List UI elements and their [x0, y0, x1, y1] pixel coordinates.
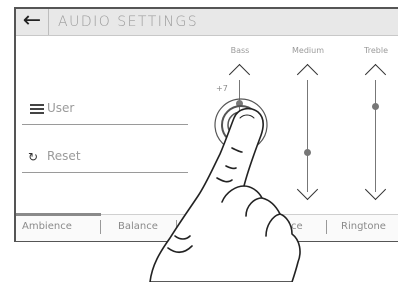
menu-item-label: User	[47, 101, 75, 115]
medium-slider-knob[interactable]	[304, 149, 311, 156]
bass-decrease-button[interactable]	[228, 178, 251, 204]
title-divider	[48, 9, 49, 35]
medium-decrease-button[interactable]	[296, 178, 319, 204]
treble-increase-button[interactable]	[364, 60, 387, 86]
audio-settings-screen: ← AUDIO SETTINGS User ↻ Reset Bass +7 Me…	[14, 7, 398, 242]
treble-decrease-button[interactable]	[364, 178, 387, 204]
treble-slider-track[interactable]	[375, 80, 376, 192]
menu-item-user[interactable]: User	[22, 93, 188, 125]
tab-divider	[259, 220, 260, 234]
bass-increase-button[interactable]	[228, 60, 251, 86]
band-label: Medium	[292, 46, 324, 55]
preset-panel: User ↻ Reset	[16, 36, 190, 214]
band-label: Treble	[364, 46, 388, 55]
medium-slider-track[interactable]	[307, 80, 308, 192]
eq-band-medium: Medium	[278, 36, 338, 216]
list-icon	[30, 104, 44, 114]
chevron-down-icon	[296, 178, 319, 201]
bass-slider-track[interactable]	[239, 80, 240, 192]
back-arrow-icon: ←	[22, 8, 42, 33]
back-button[interactable]: ←	[16, 9, 48, 35]
bass-slider-knob[interactable]	[236, 100, 243, 107]
chevron-down-icon	[364, 178, 387, 201]
tab-divider	[176, 220, 177, 234]
equalizer: Bass +7 Medium Treble	[186, 36, 398, 216]
tab-divider	[326, 220, 327, 234]
tab-ambience[interactable]: Ambience	[22, 221, 72, 232]
treble-slider-knob[interactable]	[372, 103, 379, 110]
chevron-down-icon	[228, 178, 251, 201]
page-title: AUDIO SETTINGS	[58, 14, 199, 30]
tab-voice[interactable]: Voice	[276, 221, 303, 232]
band-value: +7	[216, 84, 228, 93]
eq-band-bass: Bass +7	[210, 36, 270, 216]
eq-band-treble: Treble	[346, 36, 398, 216]
tab-balance[interactable]: Balance	[118, 221, 158, 232]
menu-item-label: Reset	[47, 149, 81, 163]
tab-bar: Ambience Balance Voice Ringtone	[16, 213, 398, 241]
tab-divider	[100, 220, 101, 234]
title-bar: ← AUDIO SETTINGS	[16, 9, 398, 36]
tab-ringtone[interactable]: Ringtone	[341, 221, 386, 232]
medium-increase-button[interactable]	[296, 60, 319, 86]
active-tab-indicator	[16, 213, 101, 216]
reset-icon: ↻	[28, 150, 39, 164]
band-label: Bass	[230, 46, 250, 55]
menu-item-reset[interactable]: ↻ Reset	[22, 141, 188, 173]
